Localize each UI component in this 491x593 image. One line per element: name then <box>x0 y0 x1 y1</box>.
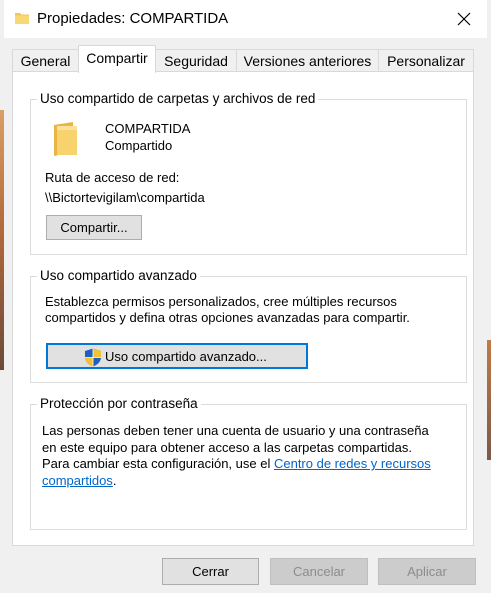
window-title: Propiedades: COMPARTIDA <box>37 10 229 27</box>
properties-dialog: Propiedades: COMPARTIDA General Comparti… <box>4 0 487 593</box>
tab-compartir[interactable]: Compartir <box>78 45 156 73</box>
network-center-link-continued[interactable]: compartidos <box>42 473 113 488</box>
folder-status: Compartido <box>105 138 173 153</box>
tab-personalizar[interactable]: Personalizar <box>378 49 474 72</box>
tab-label: General <box>20 53 71 69</box>
advanced-sharing-description-line1: Establezca permisos personalizados, cree… <box>45 294 397 309</box>
password-text-line2: en este equipo para obtener acceso a las… <box>42 439 413 455</box>
network-path-label: Ruta de acceso de red: <box>45 170 180 185</box>
close-button[interactable] <box>441 0 487 38</box>
tab-label: Personalizar <box>387 53 465 69</box>
password-text-line3-prefix: Para cambiar esta configuración, use el <box>42 456 274 471</box>
tab-strip: General Compartir Seguridad Versiones an… <box>12 45 474 73</box>
close-dialog-button[interactable]: Cerrar <box>162 558 259 585</box>
password-protection-text: Las personas deben tener una cuenta de u… <box>42 423 452 489</box>
folder-name: COMPARTIDA <box>105 121 191 136</box>
password-protection-legend: Protección por contraseña <box>37 396 201 411</box>
apply-button[interactable]: Aplicar <box>378 558 476 585</box>
advanced-sharing-group: Uso compartido avanzado Establezca permi… <box>30 268 467 383</box>
tab-seguridad[interactable]: Seguridad <box>155 49 237 72</box>
tab-general[interactable]: General <box>12 49 79 72</box>
folder-icon <box>15 13 29 24</box>
tab-label: Compartir <box>86 49 148 66</box>
title-bar[interactable]: Propiedades: COMPARTIDA <box>4 0 487 38</box>
network-sharing-group: Uso compartido de carpetas y archivos de… <box>30 91 467 255</box>
password-text-line3: Para cambiar esta configuración, use el … <box>42 456 452 473</box>
advanced-sharing-legend: Uso compartido avanzado <box>37 268 200 283</box>
network-center-link[interactable]: Centro de redes y recursos <box>274 456 431 471</box>
uac-shield-icon <box>85 348 101 367</box>
password-protection-group: Protección por contraseña Las personas d… <box>30 396 467 530</box>
advanced-sharing-button-label: Uso compartido avanzado... <box>105 348 267 364</box>
password-text-suffix: . <box>112 472 117 488</box>
network-sharing-legend: Uso compartido de carpetas y archivos de… <box>37 91 319 106</box>
password-text-line4: compartidos. <box>42 473 452 490</box>
folder-icon <box>54 122 77 156</box>
tab-label: Versiones anteriores <box>243 53 372 69</box>
desktop-background-edge-right <box>487 340 491 460</box>
password-text-line1: Las personas deben tener una cuenta de u… <box>42 423 429 438</box>
close-icon <box>457 12 471 26</box>
advanced-sharing-description-line2: compartidos y defina otras opciones avan… <box>45 310 410 325</box>
advanced-sharing-button[interactable]: Uso compartido avanzado... <box>46 343 308 369</box>
tab-versiones-anteriores[interactable]: Versiones anteriores <box>236 49 379 72</box>
share-button[interactable]: Compartir... <box>46 215 142 240</box>
cancel-button[interactable]: Cancelar <box>270 558 368 585</box>
tab-label: Seguridad <box>164 53 228 69</box>
tab-panel-compartir: Uso compartido de carpetas y archivos de… <box>12 71 474 546</box>
network-path-value: \\Bictortevigilam\compartida <box>45 190 205 205</box>
